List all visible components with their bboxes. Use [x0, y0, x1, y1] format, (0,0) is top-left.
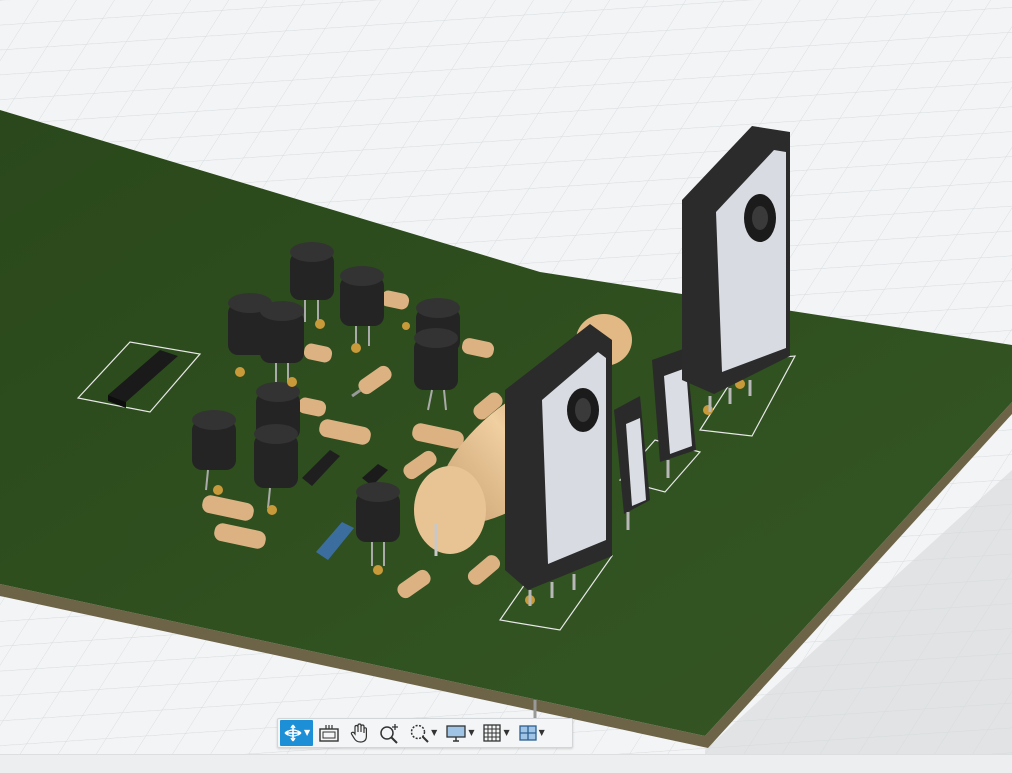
zoom-window-icon [410, 724, 429, 743]
look-at-button[interactable] [315, 720, 343, 746]
grid-icon [483, 724, 502, 742]
pcb-3d-scene[interactable] [0, 0, 1012, 754]
pan-button[interactable] [345, 720, 373, 746]
display-settings-icon [446, 725, 466, 742]
orbit-button[interactable]: ▼ [280, 720, 314, 746]
viewports-icon [518, 725, 537, 741]
chevron-down-icon: ▼ [468, 728, 475, 737]
3d-viewport[interactable] [0, 0, 1012, 754]
zoom-icon [380, 724, 399, 744]
grid-settings-button[interactable]: ▼ [479, 720, 512, 746]
chevron-down-icon: ▼ [431, 728, 438, 737]
orbit-icon [284, 724, 302, 742]
status-bar [0, 754, 1012, 773]
chevron-down-icon: ▼ [503, 728, 510, 737]
display-settings-button[interactable]: ▼ [442, 720, 477, 746]
chevron-down-icon: ▼ [538, 728, 545, 737]
look-at-icon [319, 725, 339, 742]
pan-hand-icon [350, 723, 368, 743]
navigation-toolbar[interactable]: ▼ ▼ ▼ ▼ ▼ [277, 718, 573, 748]
chevron-down-icon: ▼ [304, 728, 311, 737]
zoom-button[interactable] [375, 720, 403, 746]
viewports-button[interactable]: ▼ [515, 720, 548, 746]
fit-button[interactable]: ▼ [405, 720, 440, 746]
